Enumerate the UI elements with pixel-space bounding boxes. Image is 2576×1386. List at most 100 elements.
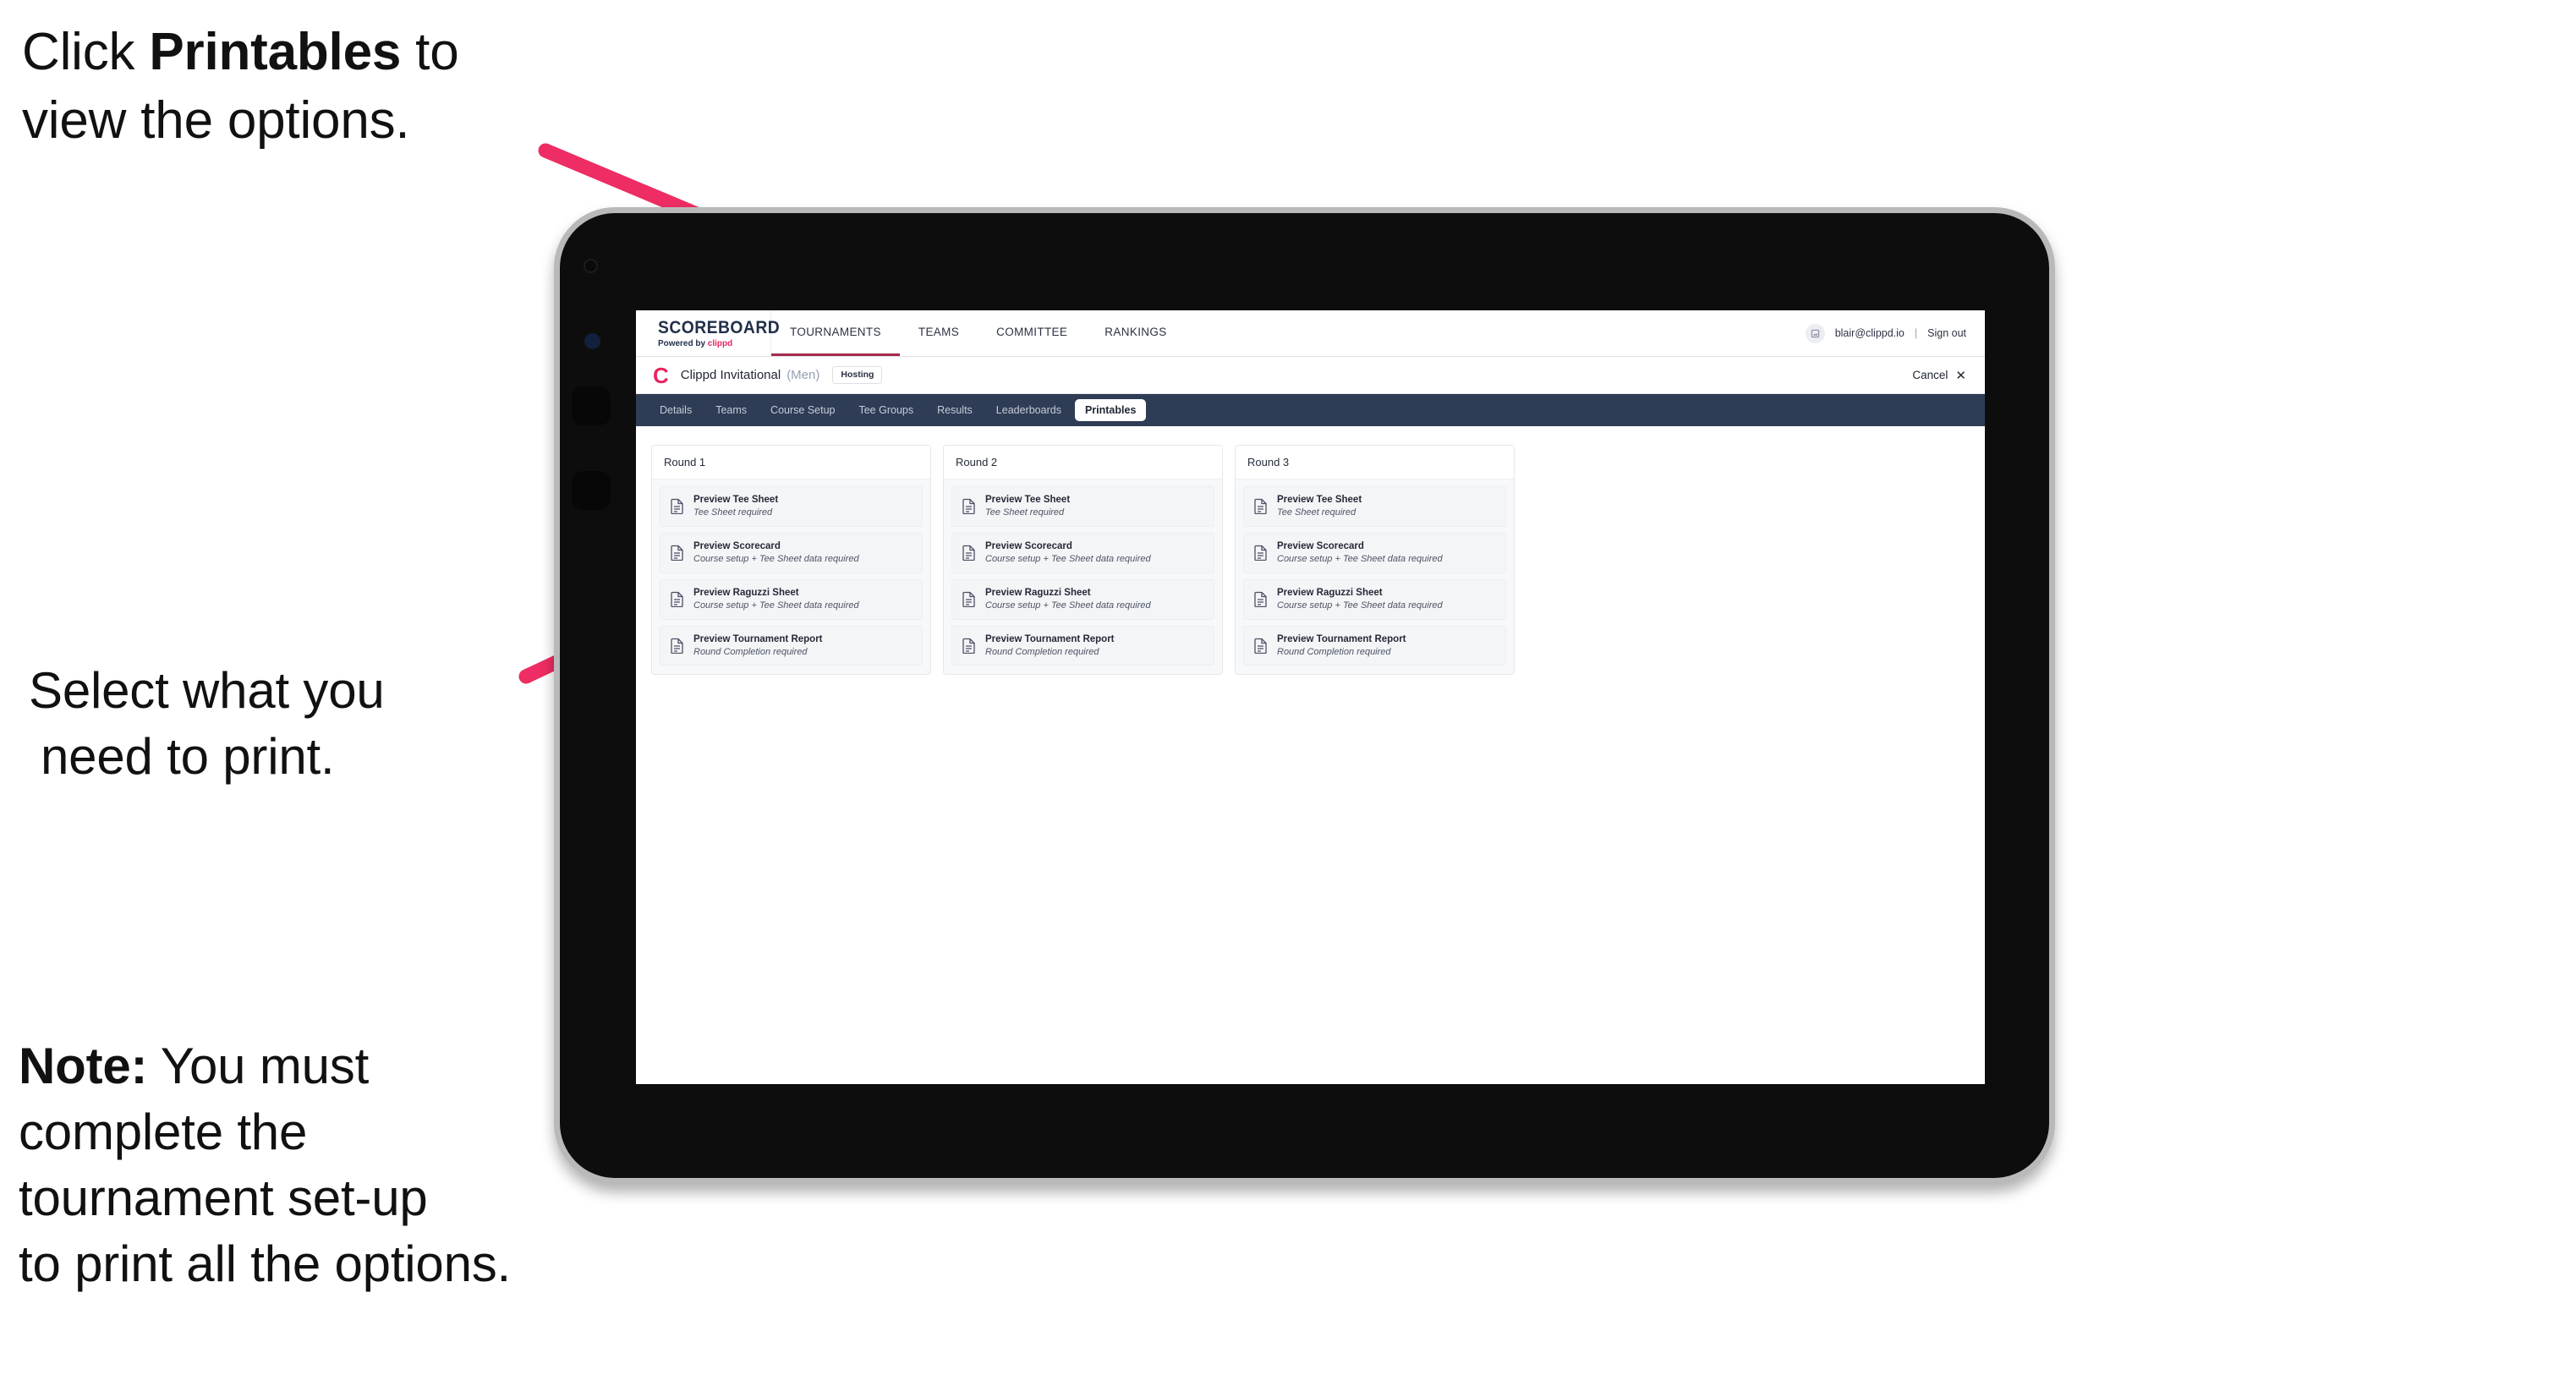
annotation-mid-line1: Select what you <box>29 662 385 719</box>
tab-teams[interactable]: Teams <box>705 399 757 421</box>
round-items: Preview Tee Sheet Tee Sheet required Pre… <box>652 479 930 675</box>
document-icon <box>962 591 976 608</box>
page-root: Click Printables to view the options. Se… <box>0 0 2576 1386</box>
printable-requirement: Course setup + Tee Sheet data required <box>1277 600 1443 611</box>
printable-tee-sheet[interactable]: Preview Tee Sheet Tee Sheet required <box>1243 486 1506 527</box>
printable-scorecard[interactable]: Preview Scorecard Course setup + Tee She… <box>1243 532 1506 573</box>
printable-requirement: Course setup + Tee Sheet data required <box>693 600 859 611</box>
camera-dot-icon <box>584 259 598 273</box>
annotation-note-bold: Note: <box>19 1038 148 1094</box>
round-card: Round 2 Preview Tee Sheet Tee Sheet requ… <box>943 445 1223 676</box>
document-icon <box>1254 638 1268 655</box>
document-icon <box>671 498 684 515</box>
printable-requirement: Course setup + Tee Sheet data required <box>985 554 1151 565</box>
logo-tagline: Powered by clippd <box>658 339 765 348</box>
printable-title: Preview Scorecard <box>1277 540 1364 551</box>
printable-raguzzi-sheet[interactable]: Preview Raguzzi Sheet Course setup + Tee… <box>660 578 923 620</box>
logo-powered-by: Powered by <box>658 337 708 348</box>
printable-requirement: Course setup + Tee Sheet data required <box>985 600 1151 611</box>
printable-raguzzi-sheet[interactable]: Preview Raguzzi Sheet Course setup + Tee… <box>951 578 1214 620</box>
printable-tee-sheet[interactable]: Preview Tee Sheet Tee Sheet required <box>660 486 923 527</box>
document-icon <box>671 591 684 608</box>
account-area: blair@clippd.io | Sign out <box>1805 310 1985 356</box>
app-screen: SCOREBOARD Powered by clippd TOURNAMENTS… <box>636 310 1985 1084</box>
printable-title: Preview Raguzzi Sheet <box>693 587 799 598</box>
nav-item-teams[interactable]: TEAMS <box>900 310 978 356</box>
printable-tournament-report[interactable]: Preview Tournament Report Round Completi… <box>1243 625 1506 666</box>
camera-lens-icon <box>584 333 600 349</box>
printable-title: Preview Raguzzi Sheet <box>1277 587 1383 598</box>
printable-requirement: Round Completion required <box>985 646 1099 657</box>
printable-scorecard[interactable]: Preview Scorecard Course setup + Tee She… <box>951 532 1214 573</box>
tab-tee-groups[interactable]: Tee Groups <box>848 399 924 421</box>
document-icon <box>671 638 684 655</box>
printable-tournament-report[interactable]: Preview Tournament Report Round Completi… <box>660 625 923 666</box>
printable-title: Preview Tournament Report <box>693 633 823 644</box>
user-email-label: blair@clippd.io <box>1834 327 1905 339</box>
tab-leaderboards[interactable]: Leaderboards <box>986 399 1072 421</box>
logo-wordmark: SCOREBOARD <box>658 317 781 337</box>
cancel-label: Cancel <box>1912 369 1948 381</box>
printable-title: Preview Tournament Report <box>1277 633 1406 644</box>
cancel-button[interactable]: Cancel ✕ <box>1912 368 1966 383</box>
tab-course-setup[interactable]: Course Setup <box>760 399 845 421</box>
nav-item-committee[interactable]: COMMITTEE <box>978 310 1086 356</box>
annotation-mid-line2: need to print. <box>41 728 335 785</box>
annotation-click-printables: Click Printables to view the options. <box>22 19 580 155</box>
tab-results[interactable]: Results <box>927 399 983 421</box>
printables-content: Round 1 Preview Tee Sheet Tee Sheet requ… <box>636 426 1985 694</box>
round-items: Preview Tee Sheet Tee Sheet required Pre… <box>944 479 1222 675</box>
document-icon <box>962 638 976 655</box>
printable-title: Preview Tee Sheet <box>693 495 779 505</box>
document-icon <box>671 545 684 562</box>
document-icon <box>1254 545 1268 562</box>
document-icon <box>1254 498 1268 515</box>
printable-title: Preview Raguzzi Sheet <box>985 587 1091 598</box>
annotation-top-bold: Printables <box>149 23 402 81</box>
round-card: Round 1 Preview Tee Sheet Tee Sheet requ… <box>651 445 931 676</box>
scoreboard-logo[interactable]: SCOREBOARD Powered by clippd <box>636 310 781 356</box>
volume-down-button[interactable] <box>572 471 611 510</box>
account-separator: | <box>1914 327 1918 339</box>
tournament-bar: C Clippd Invitational (Men) Hosting Canc… <box>636 357 1985 394</box>
round-title: Round 3 <box>1236 446 1514 479</box>
printable-requirement: Course setup + Tee Sheet data required <box>1277 554 1443 565</box>
tab-printables[interactable]: Printables <box>1074 399 1147 421</box>
printable-requirement: Course setup + Tee Sheet data required <box>693 554 859 565</box>
nav-item-rankings[interactable]: RANKINGS <box>1086 310 1185 356</box>
annotation-select-what-to-print: Select what you need to print. <box>29 658 570 790</box>
round-title: Round 1 <box>652 446 930 479</box>
tablet-device: SCOREBOARD Powered by clippd TOURNAMENTS… <box>554 207 2055 1184</box>
printable-title: Preview Scorecard <box>693 540 781 551</box>
printable-requirement: Tee Sheet required <box>693 507 773 518</box>
printable-title: Preview Tournament Report <box>985 633 1115 644</box>
sign-out-link[interactable]: Sign out <box>1927 327 1966 339</box>
printable-requirement: Tee Sheet required <box>1277 507 1357 518</box>
printable-tournament-report[interactable]: Preview Tournament Report Round Completi… <box>951 625 1214 666</box>
document-icon <box>962 545 976 562</box>
app-header: SCOREBOARD Powered by clippd TOURNAMENTS… <box>636 310 1985 357</box>
printable-requirement: Round Completion required <box>1277 646 1391 657</box>
tournament-gender: (Men) <box>787 368 820 382</box>
clippd-logo-icon: C <box>653 362 669 388</box>
printable-requirement: Tee Sheet required <box>985 507 1065 518</box>
printable-raguzzi-sheet[interactable]: Preview Raguzzi Sheet Course setup + Tee… <box>1243 578 1506 620</box>
round-items: Preview Tee Sheet Tee Sheet required Pre… <box>1236 479 1514 675</box>
printable-tee-sheet[interactable]: Preview Tee Sheet Tee Sheet required <box>951 486 1214 527</box>
volume-up-button[interactable] <box>572 386 611 425</box>
hosting-status-badge: Hosting <box>832 366 883 384</box>
document-icon <box>1254 591 1268 608</box>
tab-details[interactable]: Details <box>649 399 702 421</box>
logo-brand-clippd: clippd <box>707 337 733 348</box>
printable-scorecard[interactable]: Preview Scorecard Course setup + Tee She… <box>660 532 923 573</box>
close-icon: ✕ <box>1955 368 1966 383</box>
printable-title: Preview Tee Sheet <box>985 495 1071 505</box>
primary-nav: TOURNAMENTS TEAMS COMMITTEE RANKINGS <box>771 310 1186 356</box>
document-icon <box>962 498 976 515</box>
nav-item-tournaments[interactable]: TOURNAMENTS <box>771 310 900 356</box>
user-avatar-icon[interactable] <box>1805 323 1825 343</box>
printable-title: Preview Scorecard <box>985 540 1072 551</box>
annotation-top-pre: Click <box>22 23 150 81</box>
printable-title: Preview Tee Sheet <box>1277 495 1362 505</box>
tournament-name: Clippd Invitational <box>680 368 781 382</box>
